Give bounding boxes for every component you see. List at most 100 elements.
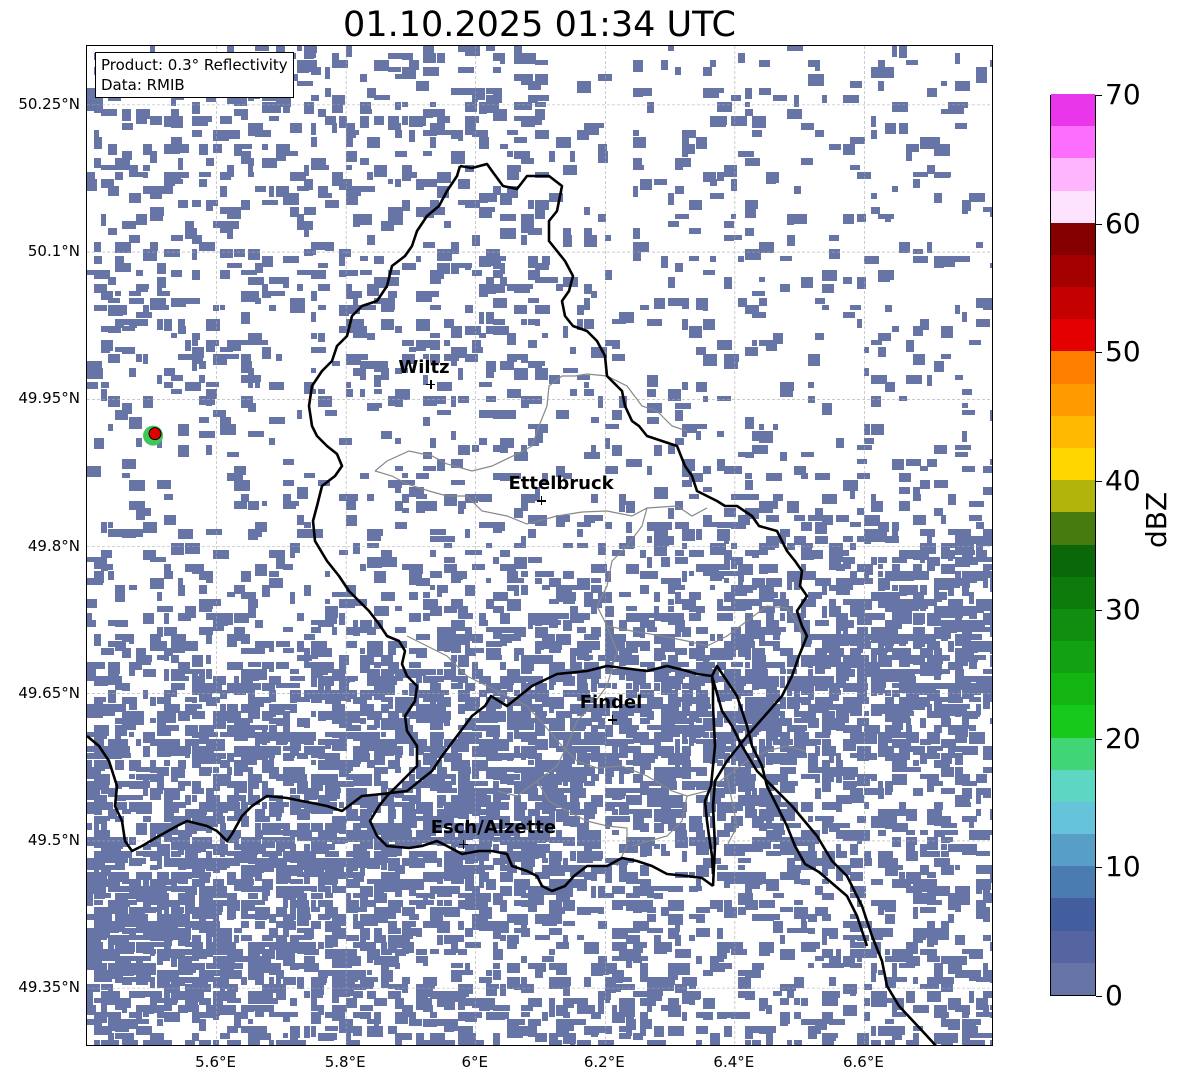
echo-cell [248, 732, 255, 738]
echo-cell [640, 683, 651, 689]
echo-cell [444, 711, 451, 719]
echo-cell [199, 585, 207, 594]
echo-cell [248, 865, 254, 871]
echo-cell [213, 739, 225, 751]
echo-cell [171, 956, 177, 967]
echo-cell [857, 627, 868, 634]
echo-cell [542, 858, 548, 863]
echo-cell [864, 655, 869, 662]
echo-cell [682, 739, 688, 744]
echo-cell [199, 361, 206, 369]
echo-cell [437, 935, 443, 945]
echo-cell [941, 956, 955, 964]
echo-cell [430, 893, 435, 899]
echo-cell [234, 144, 242, 156]
echo-cell [948, 641, 954, 652]
echo-cell [941, 81, 947, 86]
echo-cell [675, 592, 681, 600]
echo-cell [794, 95, 799, 107]
echo-cell [598, 396, 603, 408]
echo-cell [416, 473, 429, 479]
echo-cell [171, 179, 183, 184]
echo-cell [647, 886, 663, 891]
echo-cell [115, 305, 127, 315]
echo-cell [654, 543, 667, 551]
echo-cell [493, 704, 501, 709]
echo-cell [171, 109, 179, 117]
echo-cell [647, 102, 654, 113]
echo-cell [262, 130, 270, 135]
echo-cell [311, 67, 321, 75]
echo-cell [899, 753, 910, 760]
echo-cell [885, 305, 892, 312]
echo-cell [885, 676, 899, 682]
echo-cell [556, 284, 563, 291]
echo-cell [843, 312, 855, 318]
echo-cell [136, 879, 141, 887]
echo-cell [948, 550, 953, 561]
echo-cell [927, 900, 942, 905]
echo-cell [787, 578, 792, 590]
echo-cell [892, 774, 907, 785]
echo-cell [717, 102, 732, 112]
echo-cell [549, 837, 557, 843]
echo-cell [717, 760, 723, 766]
echo-cell [332, 865, 344, 872]
echo-cell [500, 984, 506, 996]
echo-cell [626, 683, 632, 689]
echo-cell [941, 767, 954, 777]
echo-cell [178, 158, 183, 170]
echo-cell [514, 508, 523, 518]
echo-cell [703, 907, 710, 913]
echo-cell [514, 655, 519, 661]
echo-cell [178, 767, 185, 778]
echo-cell [290, 697, 297, 703]
echo-cell [234, 788, 239, 796]
echo-cell [598, 956, 607, 963]
echo-cell [633, 725, 639, 730]
echo-cell [598, 214, 606, 222]
echo-cell [318, 669, 328, 675]
echo-cell [619, 655, 626, 666]
echo-cell [227, 935, 232, 942]
echo-cell [353, 627, 360, 636]
echo-cell [472, 564, 485, 570]
echo-cell [339, 270, 346, 277]
radar-map[interactable]: Product: 0.3° Reflectivity Data: RMIB Wi… [86, 45, 993, 1046]
echo-cell [906, 375, 922, 384]
echo-cell [948, 627, 957, 633]
echo-cell [773, 823, 784, 830]
echo-cell [780, 935, 785, 944]
echo-cell [311, 368, 316, 373]
echo-cell [689, 200, 702, 210]
echo-cell [955, 445, 971, 450]
echo-cell [920, 739, 931, 745]
echo-cell [787, 46, 803, 51]
echo-cell [255, 739, 260, 747]
echo-cell [451, 676, 458, 682]
echo-cell [780, 767, 796, 774]
echo-cell [171, 543, 184, 555]
echo-cell [199, 179, 207, 187]
echo-cell [619, 669, 625, 680]
echo-cell [990, 746, 992, 753]
echo-cell [584, 746, 592, 752]
echo-cell [255, 529, 262, 537]
echo-cell [150, 977, 155, 988]
echo-cell [423, 53, 436, 63]
echo-cell [514, 774, 520, 780]
echo-cell [892, 760, 907, 772]
echo-cell [941, 354, 951, 359]
echo-cell [724, 557, 730, 565]
echo-cell [626, 564, 639, 574]
echo-cell [444, 690, 449, 695]
echo-cell [899, 739, 911, 746]
echo-cell [381, 949, 392, 955]
echo-cell [227, 641, 237, 647]
echo-cell [864, 732, 877, 744]
echo-cell [661, 578, 668, 584]
echo-cell [192, 270, 200, 280]
echo-cell [227, 634, 243, 641]
echo-cell [780, 718, 792, 726]
echo-cell [535, 305, 550, 314]
